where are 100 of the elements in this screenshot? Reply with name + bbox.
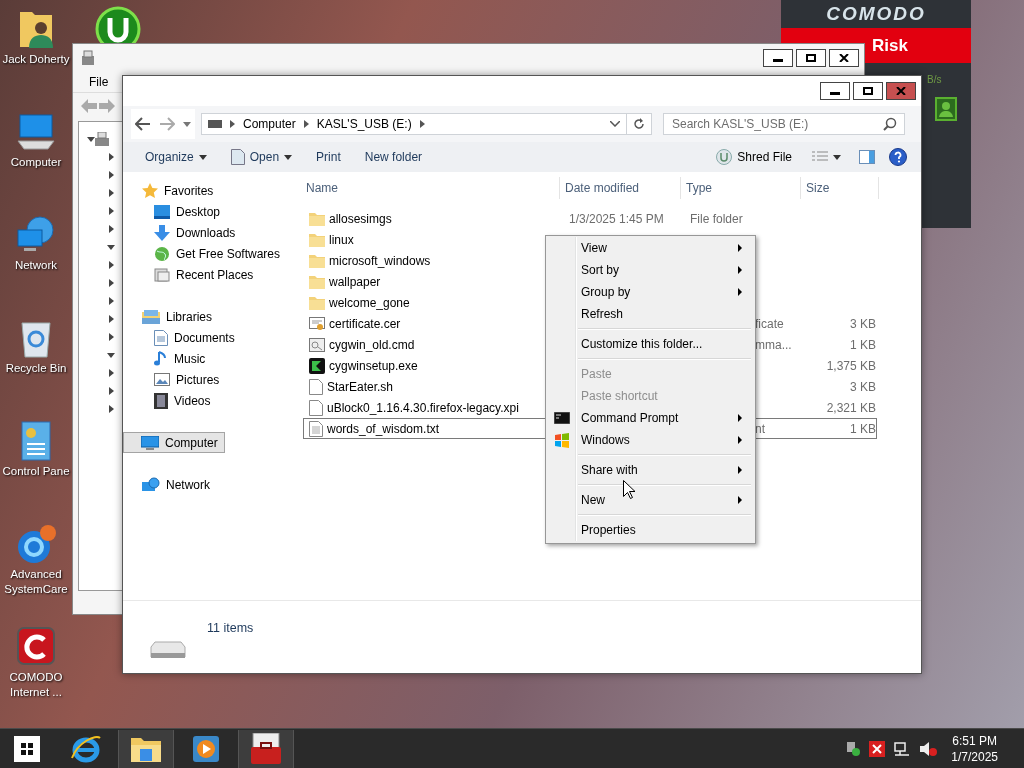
dropdown-caret-icon [833, 154, 841, 160]
network-status-icon[interactable] [845, 740, 862, 757]
table-cell: File folder [690, 211, 743, 226]
collapse-arrow-icon[interactable] [107, 387, 115, 395]
desktop-icon-label: Network [14, 258, 58, 273]
toolbar-button[interactable]: Organize [133, 145, 219, 169]
shred-file-button[interactable]: Shred File [704, 145, 804, 169]
nav-item[interactable]: Favorites [123, 180, 221, 201]
volume-muted-icon[interactable] [919, 740, 938, 757]
minimize-button[interactable] [763, 49, 793, 67]
file-name[interactable]: wallpaper [329, 274, 381, 289]
file-name[interactable]: words_of_wisdom.txt [327, 421, 440, 436]
menu-item[interactable]: Share with [548, 459, 753, 481]
back-arrow-icon[interactable] [135, 117, 151, 131]
collapse-arrow-icon[interactable] [107, 333, 115, 341]
dropdown-caret-icon[interactable] [183, 121, 191, 127]
nav-item[interactable]: Network [123, 474, 217, 495]
address-bar[interactable]: Computer KASL'S_USB (E:) [201, 113, 627, 135]
nav-item[interactable]: Pictures [123, 369, 227, 390]
nav-item[interactable]: Documents [123, 327, 242, 348]
file-name[interactable]: cygwin_old.cmd [329, 337, 415, 352]
table-cell: 1,375 KB [826, 358, 876, 373]
menu-item[interactable]: Refresh [548, 303, 753, 325]
collapse-arrow-icon[interactable] [107, 153, 115, 161]
computer-icon[interactable] [14, 111, 58, 153]
details-view-icon [812, 151, 828, 163]
collapse-arrow-icon[interactable] [107, 189, 115, 197]
document-icon [154, 329, 168, 346]
breadcrumb-item[interactable]: Computer [243, 117, 296, 131]
maximize-icon [806, 54, 816, 62]
collapse-arrow-icon[interactable] [107, 369, 115, 377]
toolbar-button[interactable]: New folder [352, 145, 435, 169]
collapse-arrow-icon[interactable] [107, 207, 115, 215]
nav-item[interactable]: Libraries [123, 306, 220, 327]
nav-item[interactable]: Downloads [123, 222, 243, 243]
file-name[interactable]: welcome_gone [329, 295, 410, 310]
breadcrumb-item[interactable]: KASL'S_USB (E:) [316, 117, 412, 131]
column-header[interactable]: Type [681, 177, 801, 199]
app-icon[interactable] [14, 626, 58, 668]
dropdown-caret-icon[interactable] [610, 121, 620, 127]
nav-item[interactable]: Videos [123, 390, 218, 411]
close-button[interactable] [829, 49, 859, 67]
pane-icon [859, 150, 875, 164]
table-cell: 2,321 KB [826, 400, 876, 415]
menu-item[interactable]: Customize this folder... [548, 333, 753, 355]
menu-item[interactable]: Group by [548, 281, 753, 303]
nav-item[interactable]: Get Free Softwares [123, 243, 288, 264]
media-player-icon [192, 734, 220, 763]
toolbar-button[interactable]: Open [218, 145, 305, 169]
file-icon [309, 378, 323, 395]
taskbar-app[interactable] [118, 729, 174, 768]
expand-arrow-icon[interactable] [87, 135, 95, 143]
security-alert-icon[interactable] [869, 740, 886, 757]
collapse-arrow-icon[interactable] [107, 405, 115, 413]
file-name[interactable]: allosesimgs [329, 211, 392, 226]
refresh-icon [633, 118, 645, 130]
chevron-icon [230, 120, 235, 128]
file-name[interactable]: microsoft_windows [329, 253, 431, 268]
collapse-arrow-icon[interactable] [107, 261, 115, 269]
network-icon[interactable] [893, 740, 912, 757]
file-name[interactable]: certificate.cer [329, 316, 401, 331]
collapse-arrow-icon[interactable] [107, 297, 115, 305]
app-icon [80, 50, 96, 66]
table-cell: 1 KB [850, 421, 876, 436]
file-name[interactable]: StarEater.sh [327, 379, 394, 394]
file-name[interactable]: linux [329, 232, 354, 247]
maximize-button[interactable] [853, 82, 883, 100]
maximize-button[interactable] [796, 49, 826, 67]
search-field[interactable]: Search KASL'S_USB (E:) [663, 113, 905, 135]
menu-item[interactable]: Sort by [548, 259, 753, 281]
user-shield-icon[interactable] [935, 97, 957, 121]
collapse-arrow-icon[interactable] [107, 279, 115, 287]
collapse-arrow-icon[interactable] [107, 315, 115, 323]
nav-item[interactable]: Music [123, 348, 213, 369]
column-header[interactable]: Date modified [560, 177, 681, 199]
menu-item[interactable]: New [548, 489, 753, 511]
collapse-arrow-icon[interactable] [107, 225, 115, 233]
toolbar-button[interactable]: Print [304, 145, 353, 169]
file-name[interactable]: cygwinsetup.exe [329, 358, 418, 373]
column-header[interactable]: Name [301, 177, 560, 199]
recent-icon [154, 266, 170, 283]
menu-item[interactable]: Windows [548, 429, 753, 451]
expand-arrow-icon[interactable] [107, 243, 115, 251]
start-icon [14, 735, 40, 762]
file-name[interactable]: uBlock0_1.16.4.30.firefox-legacy.xpi [327, 400, 519, 415]
taskbar-app[interactable] [238, 729, 294, 768]
menu-item[interactable]: File [81, 75, 117, 89]
menu-item[interactable]: Properties [548, 519, 753, 541]
nav-item[interactable]: Computer [123, 432, 225, 453]
menu-item[interactable]: Command Prompt [548, 407, 753, 429]
minimize-button[interactable] [820, 82, 850, 100]
nav-item[interactable]: Recent Places [123, 264, 261, 285]
expand-arrow-icon[interactable] [107, 351, 115, 359]
refresh-button[interactable] [626, 113, 652, 135]
menu-item[interactable]: View [548, 237, 753, 259]
collapse-arrow-icon[interactable] [107, 171, 115, 179]
nav-item[interactable]: Desktop [123, 201, 228, 222]
table-cell: ficate [755, 316, 784, 331]
clock[interactable]: 6:51 PM 1/7/2025 [937, 732, 1024, 765]
column-header[interactable]: Size [801, 177, 879, 199]
